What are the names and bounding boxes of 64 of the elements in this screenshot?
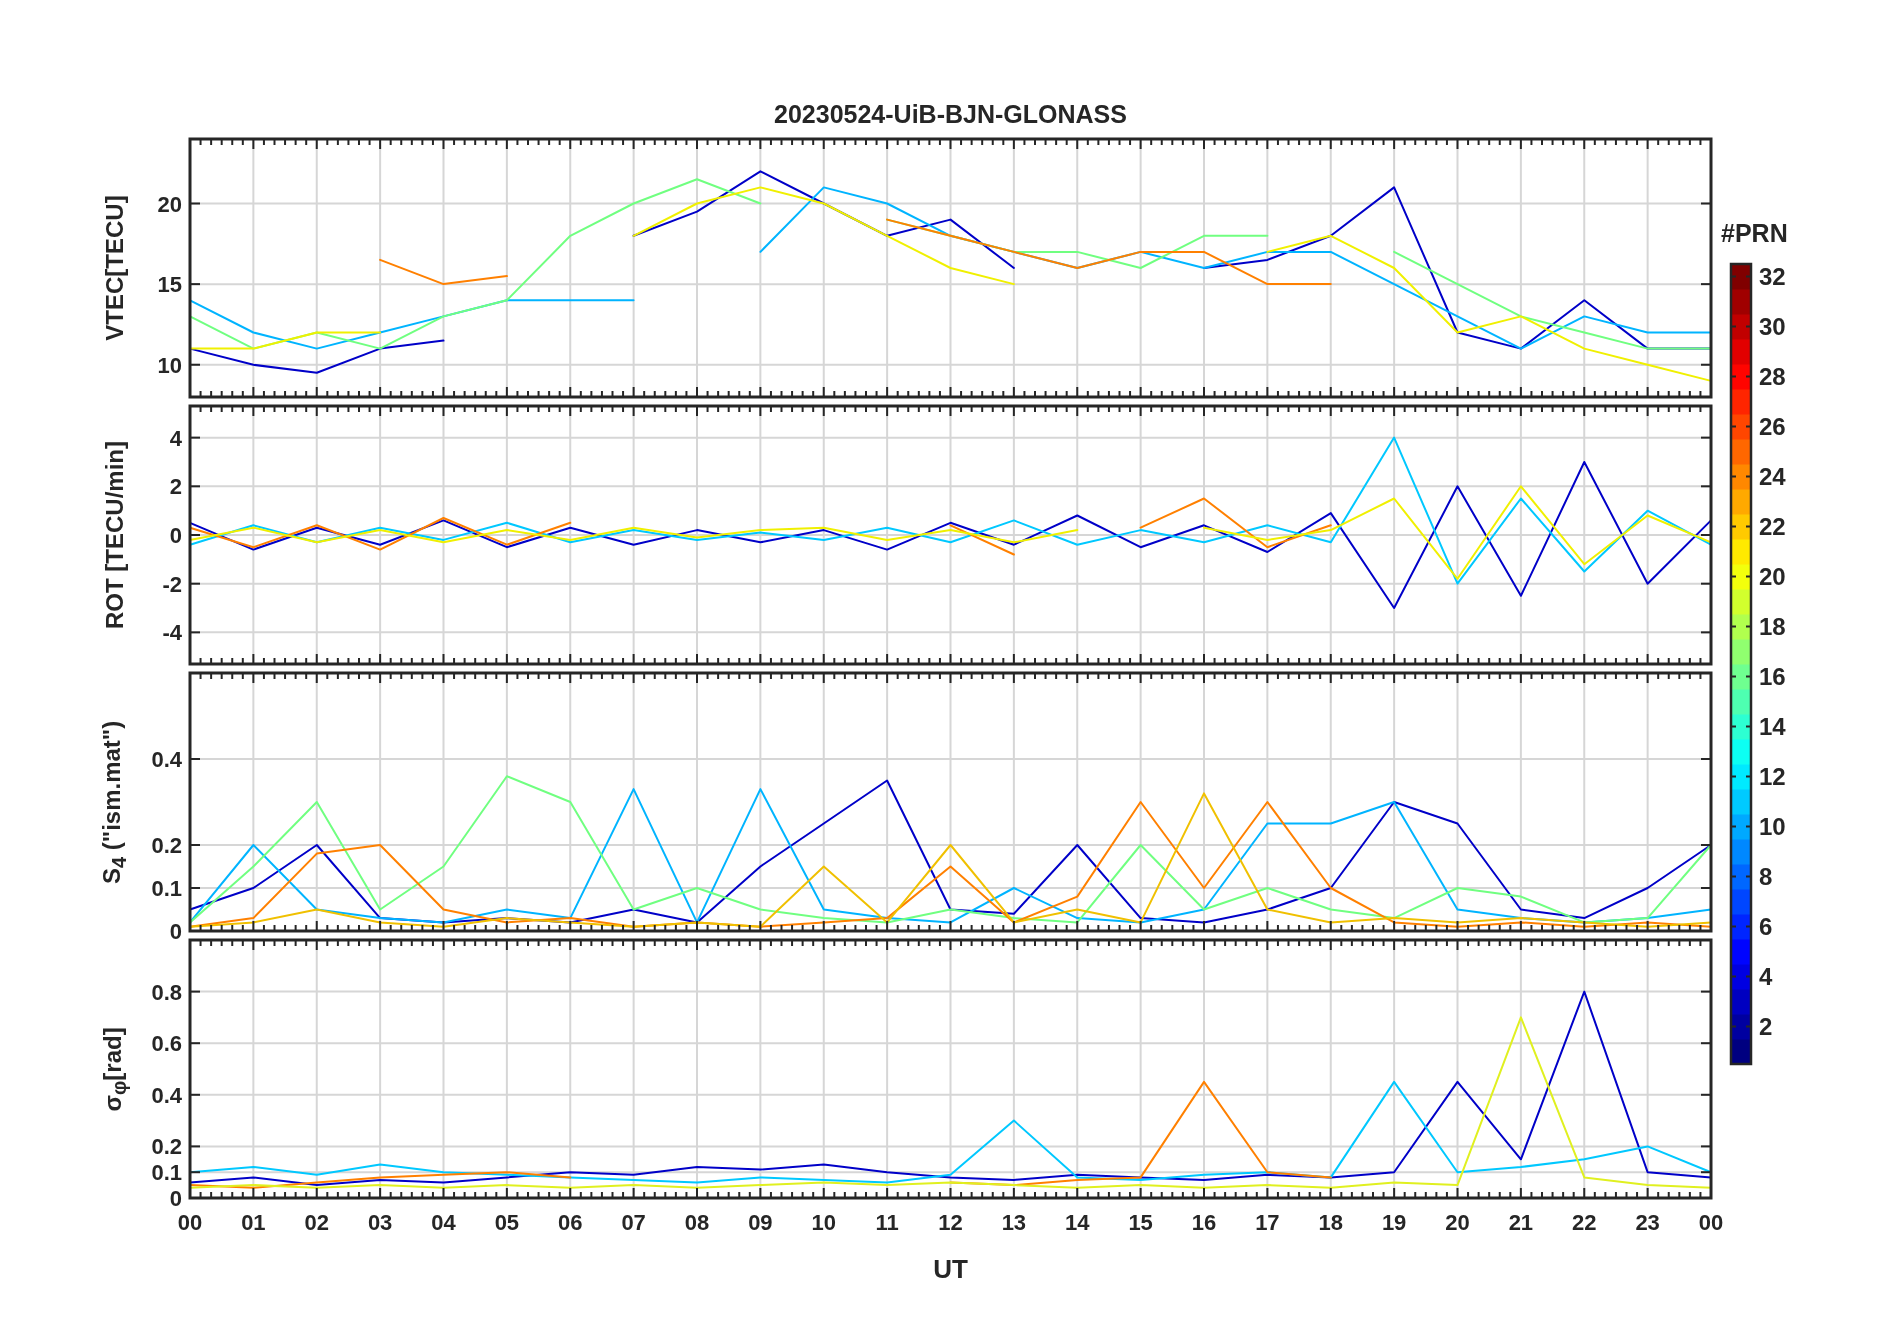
y-tick-label: 4 (169, 425, 182, 451)
y-tick-label: 0 (169, 919, 182, 944)
y-tick-label: 0.1 (151, 1160, 182, 1186)
y-tick-label: 0.6 (151, 1031, 182, 1057)
colorbar-tick-label: 2 (1759, 1012, 1773, 1040)
x-tick-label: 15 (1128, 1210, 1153, 1235)
y-axis-label: ROT [TECU/min] (101, 441, 129, 629)
colorbar-tick-label: 18 (1759, 612, 1786, 640)
x-tick-label: 20 (1445, 1210, 1470, 1235)
colorbar-tick-label: 14 (1759, 712, 1786, 740)
x-tick-label: 22 (1572, 1210, 1597, 1235)
x-tick-label: 00 (1698, 1210, 1724, 1235)
x-tick-label: 09 (748, 1210, 773, 1235)
x-tick-label: 17 (1255, 1210, 1280, 1235)
x-tick-label: 10 (811, 1210, 836, 1235)
x-tick-label: 05 (494, 1210, 520, 1235)
y-tick-label: 2 (169, 474, 182, 500)
y-tick-label: 0.1 (151, 876, 182, 901)
x-tick-label: 08 (684, 1210, 710, 1235)
x-tick-label: 23 (1635, 1210, 1660, 1235)
colorbar-tick-label: 28 (1759, 362, 1786, 390)
y-tick-label: -2 (162, 571, 182, 597)
x-tick-label: 18 (1318, 1210, 1343, 1235)
y-tick-label: 0.8 (151, 979, 182, 1005)
y-axis-label: VTEC[TECU] (101, 195, 129, 341)
y-tick-label: 20 (157, 191, 182, 217)
y-tick-label: 0.4 (151, 1082, 182, 1108)
x-tick-label: 11 (875, 1210, 899, 1235)
x-axis-label: UT (933, 1254, 968, 1284)
y-tick-label: -4 (162, 620, 182, 646)
figure-title: 20230524-UiB-BJN-GLONASS (774, 100, 1127, 129)
x-tick-label: 00 (177, 1210, 203, 1235)
x-tick-label: 14 (1065, 1210, 1090, 1235)
colorbar-tick-label: 32 (1759, 262, 1786, 290)
y-tick-label: 10 (157, 352, 182, 378)
y-tick-label: 0 (169, 523, 182, 548)
x-tick-label: 03 (367, 1210, 393, 1235)
x-tick-label: 19 (1381, 1210, 1407, 1235)
x-tick-label: 16 (1191, 1210, 1217, 1235)
colorbar-tick-label: 30 (1759, 312, 1786, 340)
x-tick-label: 12 (938, 1210, 963, 1235)
x-tick-label: 07 (621, 1210, 646, 1235)
colorbar-label: #PRN (1721, 219, 1789, 249)
x-tick-label: 04 (431, 1210, 456, 1235)
y-tick-label: 0 (169, 1186, 182, 1211)
y-tick-label: 0.2 (151, 1134, 182, 1160)
x-tick-label: 21 (1508, 1210, 1534, 1235)
colorbar-tick-label: 22 (1759, 512, 1786, 540)
y-tick-label: 0.4 (151, 747, 182, 772)
colorbar-tick-label: 24 (1759, 462, 1786, 490)
colorbar-tick-label: 10 (1759, 812, 1786, 840)
x-tick-label: 06 (558, 1210, 583, 1235)
colorbar-tick-label: 20 (1759, 562, 1786, 590)
colorbar-tick-label: 12 (1759, 762, 1786, 790)
x-tick-label: 01 (241, 1210, 266, 1235)
colorbar-tick-label: 16 (1759, 662, 1786, 690)
colorbar-tick-label: 8 (1759, 862, 1773, 890)
x-tick-label: 02 (304, 1210, 329, 1235)
y-tick-label: 15 (157, 272, 182, 298)
x-tick-label: 13 (1001, 1210, 1027, 1235)
colorbar-tick-label: 6 (1759, 912, 1773, 940)
y-tick-label: 0.2 (151, 833, 182, 858)
colorbar-tick-label: 26 (1759, 412, 1786, 440)
colorbar-tick-label: 4 (1759, 962, 1773, 990)
